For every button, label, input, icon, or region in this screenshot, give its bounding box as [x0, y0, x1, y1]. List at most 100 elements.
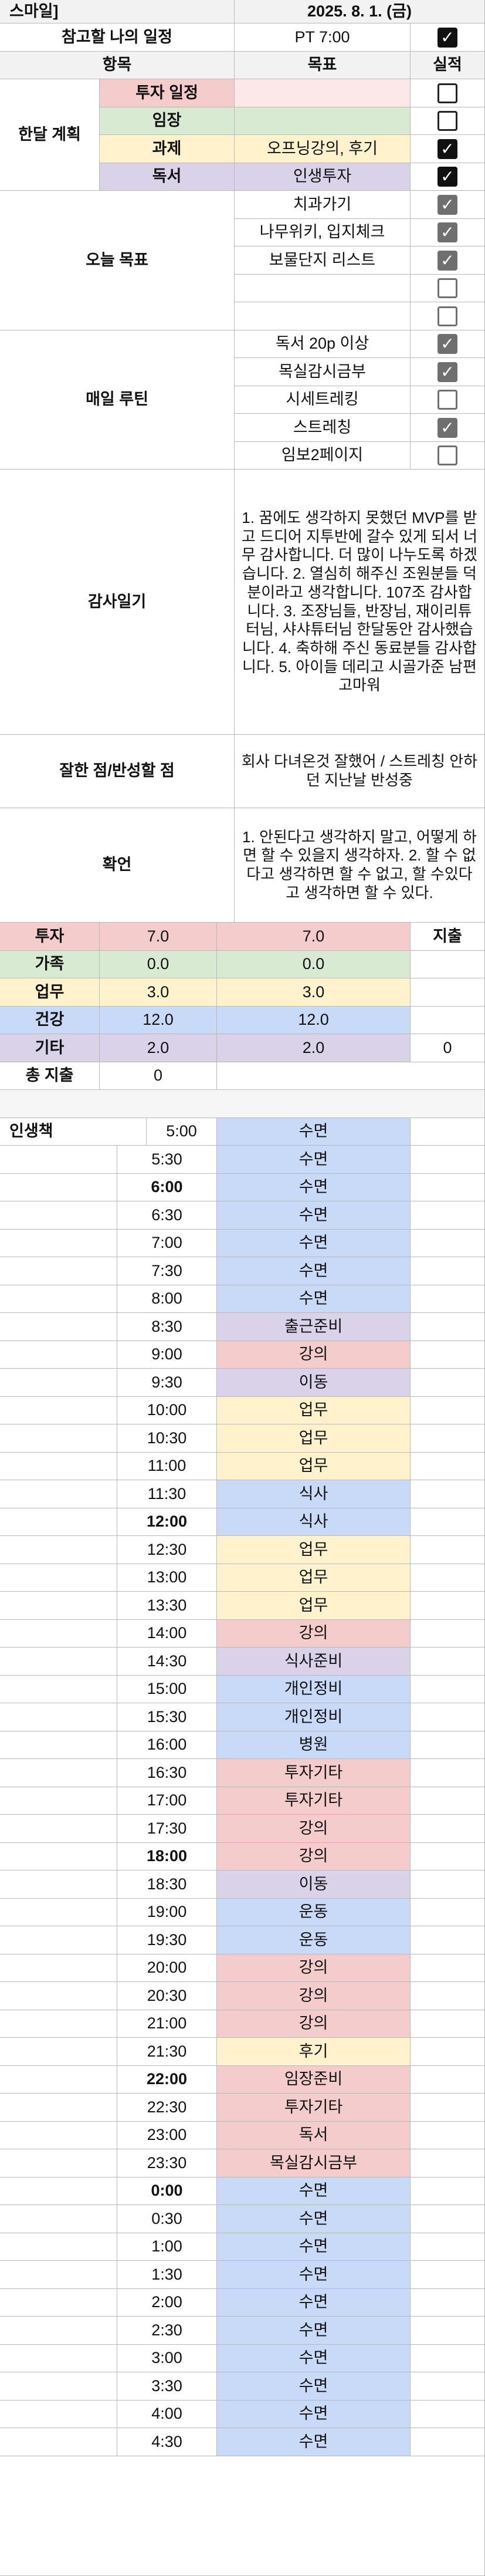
- spending-planned-1: 0.0: [100, 950, 217, 978]
- timeslot-activity-43[interactable]: 수면: [217, 2317, 411, 2345]
- timeslot-activity-33[interactable]: 후기: [217, 2038, 411, 2066]
- timeslot-activity-9[interactable]: 이동: [217, 1369, 411, 1397]
- monthly-goal-0[interactable]: [235, 79, 411, 107]
- planner-sheet: 스마일] 2025. 8. 1. (금) 참고할 나의 일정 PT 7:00 ✓ 항목 목표…: [0, 0, 485, 2576]
- timeslot-activity-34[interactable]: 임장준비: [217, 2065, 411, 2094]
- timetable-gutter-28: [0, 1898, 117, 1926]
- timeslot-activity-40[interactable]: 수면: [217, 2233, 411, 2261]
- timeslot-activity-5[interactable]: 수면: [217, 1257, 411, 1285]
- timeslot-activity-45[interactable]: 수면: [217, 2372, 411, 2401]
- timeslot-activity-19[interactable]: 식사준비: [217, 1647, 411, 1676]
- timeslot-activity-11[interactable]: 업무: [217, 1424, 411, 1453]
- monthly-goal-2[interactable]: 오프닝강의, 후기: [235, 135, 411, 163]
- daily_routine-goal-4[interactable]: 임보2페이지: [235, 441, 411, 470]
- timeslot-time-47: 4:30: [117, 2428, 217, 2456]
- daily_routine-goal-2[interactable]: 시세트레킹: [235, 386, 411, 414]
- timeslot-activity-21[interactable]: 개인정비: [217, 1703, 411, 1731]
- spending-planned-4: 2.0: [100, 1034, 217, 1062]
- timeslot-activity-7[interactable]: 출근준비: [217, 1313, 411, 1341]
- timeslot-activity-20[interactable]: 개인정비: [217, 1675, 411, 1703]
- timeslot-activity-27[interactable]: 이동: [217, 1871, 411, 1899]
- timeslot-activity-8[interactable]: 강의: [217, 1341, 411, 1369]
- daily_routine-checkbox-3[interactable]: ✓: [437, 417, 457, 438]
- today_goals-checkbox-4[interactable]: [437, 306, 457, 326]
- daily_routine-checkbox-1[interactable]: ✓: [437, 362, 457, 382]
- timeslot-activity-29[interactable]: 운동: [217, 1926, 411, 1954]
- schedule-checkbox[interactable]: ✓: [437, 28, 457, 48]
- today_goals-goal-1[interactable]: 나무위키, 입지체크: [235, 218, 411, 247]
- timeslot-extra-28: [411, 1898, 485, 1926]
- daily_routine-goal-0[interactable]: 독서 20p 이상: [235, 330, 411, 358]
- today_goals-goal-0[interactable]: 치과가기: [235, 191, 411, 219]
- today_goals-goal-4[interactable]: [235, 302, 411, 330]
- timeslot-activity-23[interactable]: 투자기타: [217, 1759, 411, 1787]
- daily_routine-checkbox-0[interactable]: ✓: [437, 334, 457, 355]
- timeslot-time-34: 22:00: [117, 2065, 217, 2094]
- timeslot-activity-32[interactable]: 강의: [217, 2010, 411, 2038]
- timeslot-activity-36[interactable]: 독서: [217, 2121, 411, 2149]
- timeslot-activity-17[interactable]: 업무: [217, 1592, 411, 1620]
- timeslot-activity-10[interactable]: 업무: [217, 1396, 411, 1424]
- today_goals-checkbox-3[interactable]: [437, 278, 457, 299]
- today_goals-goal-3[interactable]: [235, 274, 411, 302]
- timeslot-activity-15[interactable]: 업무: [217, 1536, 411, 1564]
- today_goals-checkbox-1[interactable]: ✓: [437, 222, 457, 243]
- timetable-gutter-47: [0, 2428, 117, 2456]
- timeslot-activity-16[interactable]: 업무: [217, 1564, 411, 1592]
- daily_routine-checkbox-2[interactable]: [437, 390, 457, 410]
- timeslot-activity-0[interactable]: 수면: [217, 1117, 411, 1146]
- reflection-label: 잘한 점/반성할 점: [0, 735, 235, 808]
- timeslot-activity-4[interactable]: 수면: [217, 1229, 411, 1257]
- timeslot-activity-37[interactable]: 목실감시금부: [217, 2149, 411, 2177]
- daily_routine-goal-3[interactable]: 스트레칭: [235, 414, 411, 442]
- today_goals-checkbox-2[interactable]: ✓: [437, 250, 457, 271]
- monthly-category-0: 투자 일정: [100, 79, 235, 107]
- monthly-checkbox-1[interactable]: [437, 111, 457, 131]
- timeslot-activity-41[interactable]: 수면: [217, 2261, 411, 2289]
- timeslot-activity-25[interactable]: 강의: [217, 1815, 411, 1843]
- timeslot-time-17: 13:30: [117, 1592, 217, 1620]
- timeslot-activity-35[interactable]: 투자기타: [217, 2094, 411, 2122]
- expense-cell-4[interactable]: 0: [411, 1034, 485, 1062]
- monthly-checkbox-2[interactable]: ✓: [437, 139, 457, 159]
- timeslot-time-18: 14:00: [117, 1619, 217, 1647]
- timetable-gutter-10: [0, 1396, 117, 1424]
- timeslot-activity-6[interactable]: 수면: [217, 1285, 411, 1313]
- monthly-goal-3[interactable]: 인생투자: [235, 163, 411, 191]
- expense-cell-3[interactable]: [411, 1006, 485, 1034]
- timeslot-activity-1[interactable]: 수면: [217, 1146, 411, 1174]
- timeslot-activity-18[interactable]: 강의: [217, 1619, 411, 1647]
- reflection-text[interactable]: 회사 다녀온것 잘했어 / 스트레칭 안하던 지난날 반성중: [235, 735, 485, 808]
- today_goals-checkbox-0[interactable]: ✓: [437, 194, 457, 215]
- timeslot-time-24: 17:00: [117, 1787, 217, 1815]
- schedule-value[interactable]: PT 7:00: [235, 23, 411, 52]
- timeslot-activity-3[interactable]: 수면: [217, 1201, 411, 1230]
- timeslot-extra-0: [411, 1117, 485, 1146]
- timeslot-activity-47[interactable]: 수면: [217, 2428, 411, 2456]
- timeslot-activity-38[interactable]: 수면: [217, 2177, 411, 2205]
- timeslot-activity-42[interactable]: 수면: [217, 2288, 411, 2317]
- timeslot-activity-31[interactable]: 강의: [217, 1982, 411, 2010]
- timeslot-activity-30[interactable]: 강의: [217, 1954, 411, 1982]
- timeslot-activity-24[interactable]: 투자기타: [217, 1787, 411, 1815]
- timeslot-activity-2[interactable]: 수면: [217, 1173, 411, 1201]
- monthly-goal-1[interactable]: [235, 107, 411, 135]
- gratitude-text[interactable]: 1. 꿈에도 생각하지 못했던 MVP를 받고 드디어 지투반에 갈수 있게 되…: [235, 470, 485, 735]
- timeslot-activity-13[interactable]: 식사: [217, 1480, 411, 1508]
- affirmation-text[interactable]: 1. 안된다고 생각하지 말고, 어떻게 하면 할 수 있을지 생각하자. 2.…: [235, 808, 485, 923]
- timeslot-activity-46[interactable]: 수면: [217, 2400, 411, 2428]
- today_goals-goal-2[interactable]: 보물단지 리스트: [235, 247, 411, 275]
- daily_routine-checkbox-4[interactable]: [437, 445, 457, 466]
- timeslot-activity-26[interactable]: 강의: [217, 1842, 411, 1871]
- timeslot-activity-14[interactable]: 식사: [217, 1508, 411, 1536]
- daily_routine-goal-1[interactable]: 목실감시금부: [235, 358, 411, 386]
- timeslot-activity-22[interactable]: 병원: [217, 1731, 411, 1759]
- timeslot-activity-28[interactable]: 운동: [217, 1898, 411, 1926]
- monthly-checkbox-3[interactable]: ✓: [437, 167, 457, 187]
- expense-cell-2[interactable]: [411, 978, 485, 1007]
- expense-cell-1[interactable]: [411, 950, 485, 978]
- timeslot-activity-12[interactable]: 업무: [217, 1452, 411, 1480]
- timeslot-activity-44[interactable]: 수면: [217, 2344, 411, 2372]
- monthly-checkbox-0[interactable]: [437, 83, 457, 103]
- timeslot-activity-39[interactable]: 수면: [217, 2205, 411, 2233]
